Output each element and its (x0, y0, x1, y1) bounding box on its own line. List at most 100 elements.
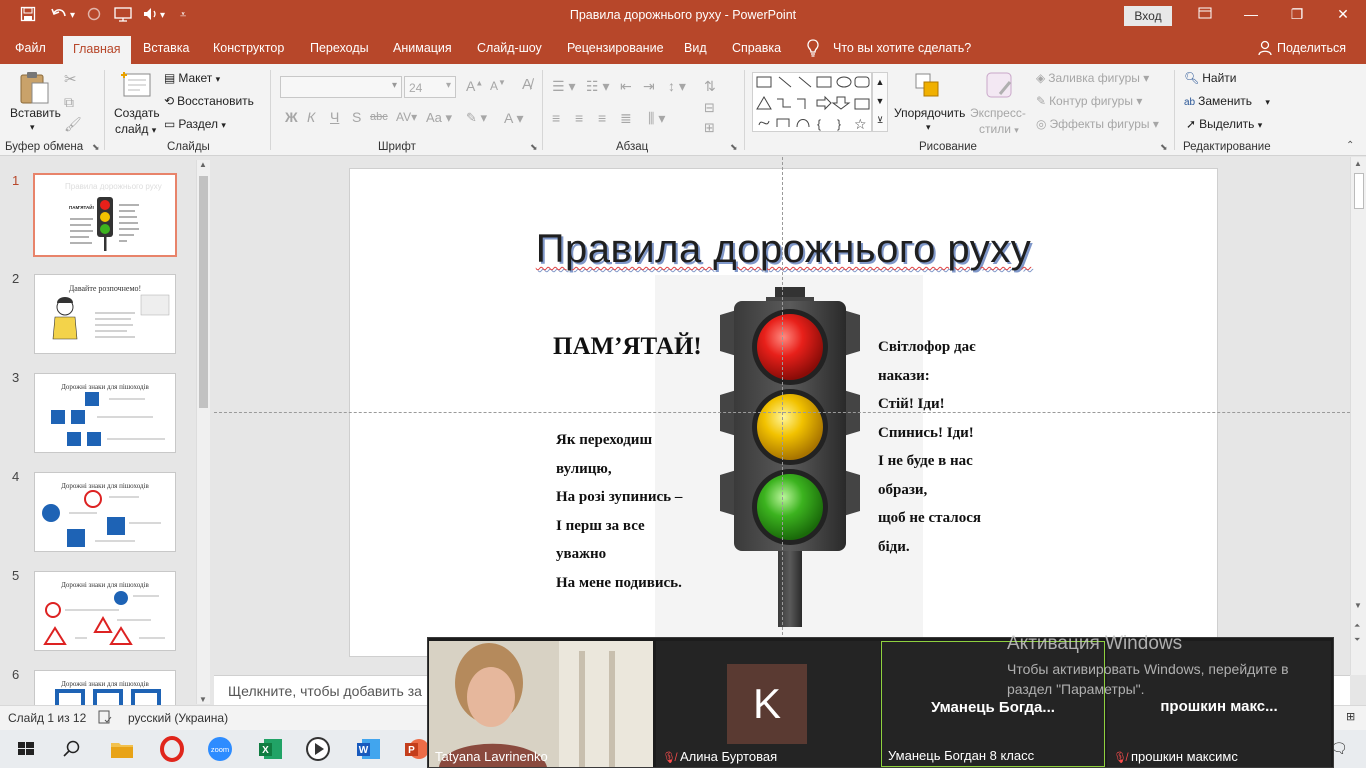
editor-vertical-scrollbar[interactable]: ▲ ▼ ⏶ ⏷ (1350, 157, 1366, 675)
justify-icon[interactable]: ≣ (620, 110, 632, 127)
editor-scrollbar-thumb[interactable] (1354, 173, 1364, 209)
section-button[interactable]: ▭ Раздел ▾ (164, 117, 226, 131)
font-size-dropdown[interactable]: 24 ▾ (404, 76, 456, 98)
new-slide-label-2[interactable]: слайд ▾ (115, 122, 156, 136)
thumbnails-scrollbar[interactable]: ▲ ▼ (196, 160, 210, 704)
windows-start-icon[interactable] (12, 735, 40, 763)
paragraph-launcher-icon[interactable]: ⬊ (730, 142, 738, 153)
tell-me-search[interactable]: Что вы хотите сделать? (833, 41, 971, 55)
excel-icon[interactable]: X (256, 735, 284, 763)
find-button[interactable]: 🔍︎ Найти (1184, 71, 1236, 85)
format-painter-icon[interactable]: 🖌 (64, 116, 82, 133)
word-icon[interactable]: W (354, 735, 382, 763)
slide-thumbnail-5[interactable]: Дорожні знаки для пішоходів (34, 571, 176, 651)
fit-to-window-icon[interactable]: ⊞ (1346, 710, 1355, 723)
line-spacing-icon[interactable]: ↕ ▾ (668, 78, 686, 95)
participant-tile-video[interactable]: Tatyana Lavrinenko (429, 641, 653, 767)
language-indicator[interactable]: русский (Украина) (128, 711, 228, 725)
previous-slide-icon[interactable]: ⏶ (1354, 621, 1360, 631)
poem-right-textbox[interactable]: Світлофор дає накази: Стій! Іди! Спинись… (878, 333, 981, 561)
clear-format-icon[interactable]: A̸ (522, 76, 532, 93)
quick-styles-label-1[interactable]: Экспресс- (970, 106, 1026, 120)
decrease-indent-icon[interactable]: ⇤ (620, 78, 632, 95)
new-slide-icon[interactable] (118, 70, 154, 103)
search-icon[interactable] (58, 735, 86, 763)
new-slide-dropdown-icon[interactable]: ▾ (152, 125, 157, 135)
poem-left-textbox[interactable]: Як переходиш вулицю, На розі зупинись – … (556, 426, 682, 597)
font-color-icon[interactable]: A ▾ (504, 110, 523, 127)
login-button[interactable]: Вход (1124, 6, 1172, 26)
shapes-gallery[interactable]: { } ☆ (752, 72, 872, 132)
new-slide-label-1[interactable]: Создать (114, 106, 160, 120)
vertical-guide[interactable] (782, 157, 783, 675)
scroll-up-icon[interactable]: ▲ (1354, 159, 1362, 168)
select-button[interactable]: ➚ Выделить ▾ (1186, 117, 1262, 131)
font-launcher-icon[interactable]: ⬊ (530, 142, 538, 153)
slide-thumbnail-1[interactable]: Правила дорожнього руху ПАМ'ЯТАЙ! (33, 173, 177, 257)
spacing-icon[interactable]: AV▾ (396, 110, 417, 124)
quick-styles-label-2[interactable]: стили ▾ (979, 122, 1019, 136)
opera-icon[interactable] (158, 735, 186, 763)
numbering-icon[interactable]: ☷ ▾ (586, 78, 609, 95)
spellcheck-icon[interactable] (98, 710, 112, 727)
font-family-dropdown[interactable]: ▾ (280, 76, 402, 98)
tab-help[interactable]: Справка (732, 41, 781, 55)
slide-thumbnail-6[interactable]: Дорожні знаки для пішоходів (34, 670, 176, 705)
decrease-font-icon[interactable]: A▼ (490, 78, 506, 93)
cut-icon[interactable]: ✂ (64, 70, 77, 88)
tab-review[interactable]: Рецензирование (567, 41, 664, 55)
scroll-up-icon[interactable]: ▲ (199, 160, 207, 169)
increase-font-icon[interactable]: A▲ (466, 78, 483, 94)
shape-outline-button[interactable]: ✎ Контур фигуры ▾ (1036, 94, 1142, 108)
arrange-button[interactable]: Упорядочить (894, 106, 965, 120)
participant-tile-avatar[interactable]: K 🎙︎̸ Алина Буртовая (656, 641, 880, 767)
traffic-light-image[interactable] (710, 287, 870, 627)
drawing-launcher-icon[interactable]: ⬊ (1160, 142, 1168, 153)
shape-fill-button[interactable]: ◈ Заливка фигуры ▾ (1036, 71, 1149, 85)
align-center-icon[interactable]: ≡ (575, 110, 583, 126)
powerpoint-icon[interactable]: P (402, 735, 430, 763)
columns-icon[interactable]: ⫼ ▾ (648, 110, 665, 127)
tab-transitions[interactable]: Переходы (310, 41, 369, 55)
scroll-down-icon[interactable]: ▼ (199, 695, 207, 704)
strikethrough-icon[interactable]: abc (370, 111, 388, 123)
layout-button[interactable]: ▤ Макет ▾ (164, 71, 220, 85)
ribbon-display-icon[interactable] (1190, 6, 1220, 22)
bold-icon[interactable]: Ж (285, 109, 298, 125)
increase-indent-icon[interactable]: ⇥ (643, 78, 655, 95)
smartart-icon[interactable]: ⊞ (704, 120, 715, 136)
thumbnails-scrollbar-thumb[interactable] (199, 176, 208, 408)
tab-file[interactable]: Файл (15, 41, 46, 55)
tab-slideshow[interactable]: Слайд-шоу (477, 41, 542, 55)
slide-thumbnail-2[interactable]: Давайте розпочнемо! (34, 274, 176, 354)
reset-button[interactable]: ⟲ Восстановить (164, 94, 254, 108)
text-direction-icon[interactable]: ⇅ (704, 78, 716, 95)
underline-icon[interactable]: Ч (330, 109, 339, 125)
change-case-icon[interactable]: Aa ▾ (426, 110, 452, 126)
share-button[interactable]: Поделиться (1277, 41, 1346, 55)
notes-placeholder[interactable]: Щелкните, чтобы добавить за (228, 683, 422, 699)
slide-thumbnail-4[interactable]: Дорожні знаки для пішоходів (34, 472, 176, 552)
align-left-icon[interactable]: ≡ (552, 110, 560, 126)
tab-design[interactable]: Конструктор (213, 41, 284, 55)
tab-home[interactable]: Главная (63, 36, 131, 64)
next-slide-icon[interactable]: ⏷ (1354, 635, 1360, 645)
arrange-dropdown-icon[interactable]: ▾ (926, 122, 931, 133)
clipboard-launcher-icon[interactable]: ⬊ (92, 142, 100, 153)
close-icon[interactable]: ✕ (1328, 6, 1358, 23)
paste-icon[interactable] (18, 70, 52, 109)
tab-insert[interactable]: Вставка (143, 41, 189, 55)
highlight-icon[interactable]: ✎ ▾ (466, 110, 487, 126)
file-explorer-icon[interactable] (108, 735, 136, 763)
remember-heading[interactable]: ПАМ’ЯТАЙ! (553, 333, 702, 361)
align-text-icon[interactable]: ⊟ (704, 100, 715, 116)
paste-button[interactable]: Вставить (10, 106, 61, 120)
copy-icon[interactable]: ⧉ (64, 94, 74, 111)
quick-styles-icon[interactable] (984, 70, 1016, 105)
shapes-gallery-scroll[interactable]: ▲ ▼ ⊻ (872, 72, 888, 132)
share-icon[interactable] (1258, 40, 1272, 59)
zoom-icon[interactable]: zoom (206, 735, 234, 763)
minimize-icon[interactable]: — (1236, 6, 1266, 22)
restore-icon[interactable]: ❐ (1282, 6, 1312, 23)
paste-dropdown-icon[interactable]: ▾ (30, 122, 35, 133)
